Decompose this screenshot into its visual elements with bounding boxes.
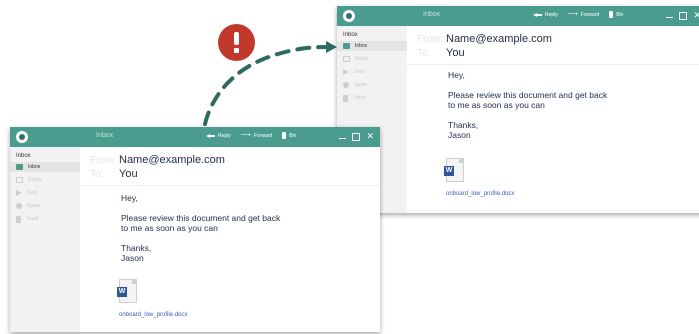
word-document-icon[interactable]: W: [117, 279, 137, 303]
avatar-icon[interactable]: [343, 10, 355, 22]
header-divider: [80, 185, 380, 186]
sidebar-item-trash[interactable]: Trash: [337, 93, 407, 103]
sidebar-header: Inbox: [343, 32, 358, 38]
greeting: Hey,: [121, 193, 138, 203]
close-icon[interactable]: ✕: [366, 130, 374, 142]
sent-icon: [343, 69, 349, 75]
from-address: Name@example.com: [446, 33, 552, 45]
signoff: Thanks,: [121, 243, 152, 253]
reply-button[interactable]: Reply: [206, 133, 231, 139]
title-bar: Inbox Reply ⟶ Forward Bin ✕: [10, 127, 380, 147]
signature: Jason: [448, 130, 471, 140]
reply-icon: [533, 12, 542, 18]
to-label: To:: [417, 48, 431, 59]
greeting: Hey,: [448, 70, 465, 80]
body-line-2: to me as soon as you can: [121, 223, 218, 233]
forward-button[interactable]: ⟶ Forward: [567, 10, 599, 18]
spam-icon: [343, 82, 349, 88]
forward-button[interactable]: ⟶ Forward: [240, 131, 272, 139]
sidebar-item-sent[interactable]: Sent: [337, 67, 407, 77]
spam-icon: [16, 203, 22, 209]
alert-icon: [218, 24, 255, 61]
close-icon[interactable]: ✕: [693, 9, 699, 21]
attachment-link[interactable]: onboard_low_profile.docx: [119, 312, 187, 318]
inbox-icon: [343, 43, 350, 49]
signoff: Thanks,: [448, 120, 479, 130]
minimize-icon[interactable]: [339, 138, 347, 139]
reply-icon: [206, 133, 215, 139]
attachment[interactable]: W onboard_low_profile.docx: [117, 279, 187, 318]
to-row: To: You: [90, 168, 138, 180]
to-row: To: You: [417, 47, 465, 59]
toolbar: Reply ⟶ Forward Bin: [533, 11, 629, 18]
window-controls: ✕: [339, 130, 374, 142]
header-divider: [407, 64, 699, 65]
toolbar: Reply ⟶ Forward Bin: [206, 132, 302, 139]
minimize-icon[interactable]: [666, 17, 674, 18]
drafts-icon: [16, 177, 23, 183]
forward-icon: ⟶: [240, 131, 251, 139]
to-label: To:: [90, 169, 104, 180]
window-title: Inbox: [423, 11, 441, 18]
title-bar: Inbox Reply ⟶ Forward Bin ✕: [337, 6, 699, 26]
sidebar-item-drafts[interactable]: Drafts: [337, 54, 407, 64]
message-body: Hey, Please review this document and get…: [448, 70, 607, 140]
from-label: From:: [417, 34, 444, 45]
reply-button[interactable]: Reply: [533, 12, 558, 18]
signature: Jason: [121, 253, 144, 263]
drafts-icon: [343, 56, 350, 62]
message-body: Hey, Please review this document and get…: [121, 193, 280, 263]
to-address: You: [446, 47, 465, 59]
bin-button[interactable]: Bin: [609, 11, 623, 18]
body-line-1: Please review this document and get back: [448, 90, 608, 100]
sidebar-item-spam[interactable]: Spam: [337, 80, 407, 90]
sent-icon: [16, 190, 22, 196]
sidebar: Inbox Inbox Drafts Sent Spam Trash: [10, 147, 80, 332]
trash-icon: [343, 94, 348, 102]
email-content: From: Name@example.com To: You Hey, Please…: [407, 26, 699, 213]
sidebar-item-trash[interactable]: Trash: [10, 214, 80, 224]
attachment[interactable]: W onboard_low_profile.docx: [444, 158, 514, 197]
forward-icon: ⟶: [567, 10, 578, 18]
trash-icon: [16, 215, 21, 223]
sidebar-header: Inbox: [16, 153, 31, 159]
avatar-icon[interactable]: [16, 131, 28, 143]
from-address: Name@example.com: [119, 154, 225, 166]
to-address: You: [119, 168, 138, 180]
bin-icon: [282, 132, 287, 139]
from-label: From:: [90, 155, 117, 166]
email-window-original: Inbox Reply ⟶ Forward Bin ✕ Inbox Inbox D…: [10, 127, 380, 332]
window-controls: ✕: [666, 9, 699, 21]
maximize-icon[interactable]: [679, 12, 688, 20]
bin-icon: [609, 11, 614, 18]
sidebar-item-inbox[interactable]: Inbox: [337, 41, 407, 51]
sidebar-item-drafts[interactable]: Drafts: [10, 175, 80, 185]
body-line-2: to me as soon as you can: [448, 100, 545, 110]
sidebar-item-sent[interactable]: Sent: [10, 188, 80, 198]
sidebar-item-inbox[interactable]: Inbox: [10, 162, 80, 172]
inbox-icon: [16, 164, 23, 170]
bin-button[interactable]: Bin: [282, 132, 296, 139]
email-content: From: Name@example.com To: You Hey, Please…: [80, 147, 380, 332]
word-document-icon[interactable]: W: [444, 158, 464, 182]
email-window-forwarded: Inbox Reply ⟶ Forward Bin ✕ Inbox Inbox D…: [337, 6, 699, 213]
maximize-icon[interactable]: [352, 133, 361, 141]
attachment-link[interactable]: onboard_low_profile.docx: [446, 191, 514, 197]
from-row: From: Name@example.com: [90, 154, 225, 166]
from-row: From: Name@example.com: [417, 33, 552, 45]
sidebar-item-spam[interactable]: Spam: [10, 201, 80, 211]
window-title: Inbox: [96, 132, 114, 139]
body-line-1: Please review this document and get back: [121, 213, 281, 223]
